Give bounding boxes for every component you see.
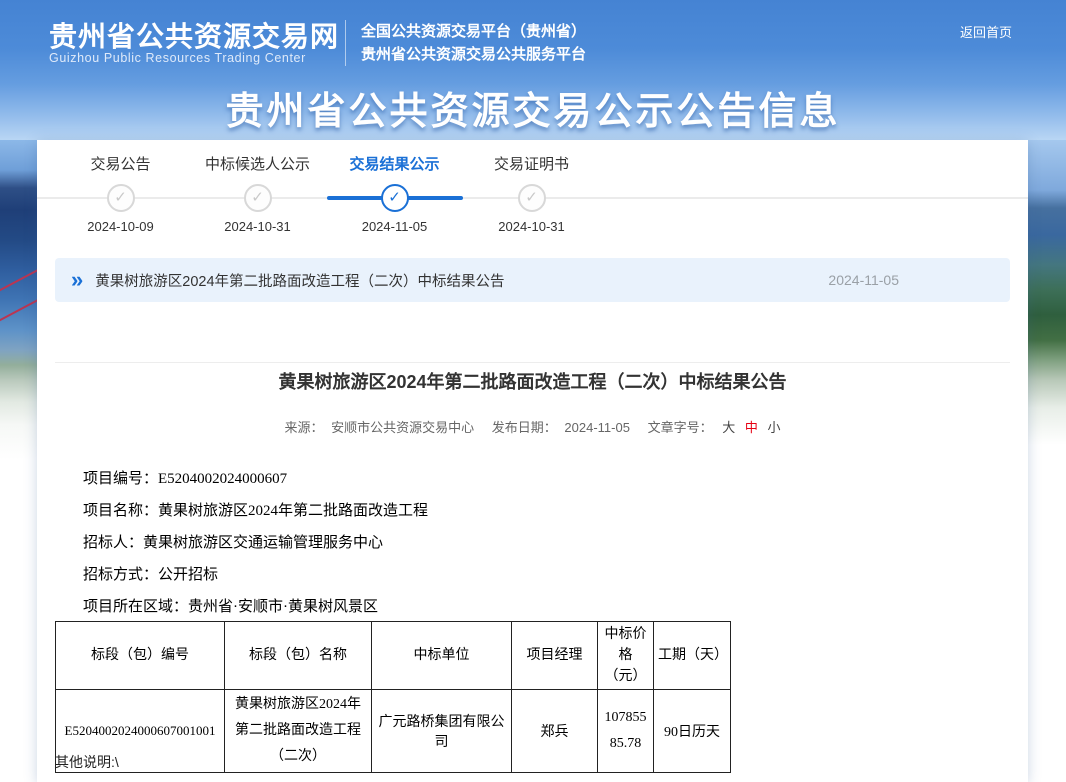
bid-result-table: 标段（包）编号 标段（包）名称 中标单位 项目经理 中标价格（元） 工期（天） … <box>55 621 731 773</box>
article-title: 黄果树旅游区2024年第二批路面改造工程（二次）中标结果公告 <box>37 368 1028 394</box>
check-icon: ✓ <box>107 184 135 212</box>
field-label: 招标方式： <box>83 567 158 583</box>
site-logo-title: 贵州省公共资源交易网 <box>49 15 339 55</box>
field-label: 项目名称： <box>83 503 158 519</box>
field-label: 招标人： <box>83 535 143 551</box>
page-title: 贵州省公共资源交易公示公告信息 <box>0 80 1066 135</box>
background-photo-left <box>0 140 37 782</box>
cell-winning-bidder: 广元路桥集团有限公司 <box>372 690 512 773</box>
cell-bid-price: 10785585.78 <box>598 690 654 773</box>
check-icon: ✓ <box>381 184 409 212</box>
check-icon: ✓ <box>244 184 272 212</box>
article-meta: 来源： 安顺市公共资源交易中心 发布日期： 2024-11-05 文章字号： 大… <box>37 417 1028 436</box>
font-size-label: 文章字号： <box>648 417 713 436</box>
back-home-link[interactable]: 返回首页 <box>960 22 1012 41</box>
field-value: E5204002024000607 <box>158 471 287 487</box>
field-project-number: 项目编号：E5204002024000607 <box>83 463 983 495</box>
platform-line2: 贵州省公共资源交易公共服务平台 <box>361 43 586 66</box>
step-date: 2024-10-31 <box>463 219 600 234</box>
field-project-region: 项目所在区域：贵州省·安顺市·黄果树风景区 <box>83 591 983 623</box>
field-label: 项目编号： <box>83 471 158 487</box>
field-tender-method: 招标方式：公开招标 <box>83 559 983 591</box>
step-label: 交易证明书 <box>463 155 600 175</box>
step-trade-result-publicity[interactable]: 交易结果公示 ✓ 2024-11-05 <box>326 155 463 247</box>
platform-names: 全国公共资源交易平台（贵州省） 贵州省公共资源交易公共服务平台 <box>361 20 586 66</box>
cell-duration: 90日历天 <box>654 690 731 773</box>
field-value: 公开招标 <box>158 567 218 583</box>
announcement-date: 2024-11-05 <box>828 272 899 288</box>
double-arrow-icon: » <box>71 269 83 291</box>
step-trade-announcement[interactable]: 交易公告 ✓ 2024-10-09 <box>52 155 189 247</box>
table-row: E5204002024000607001001 黄果树旅游区2024年第二批路面… <box>56 690 731 773</box>
step-date: 2024-11-05 <box>326 219 463 234</box>
field-value: 黄果树旅游区交通运输管理服务中心 <box>143 535 383 551</box>
check-icon: ✓ <box>518 184 546 212</box>
logo-divider <box>345 20 346 66</box>
announcement-bar[interactable]: » 黄果树旅游区2024年第二批路面改造工程（二次）中标结果公告 2024-11… <box>55 258 1010 302</box>
content-card: 交易公告 ✓ 2024-10-09 中标候选人公示 ✓ 2024-10-31 交… <box>37 140 1028 782</box>
publish-date-value: 2024-11-05 <box>564 420 630 435</box>
col-header-winning-bidder: 中标单位 <box>372 622 512 690</box>
platform-line1: 全国公共资源交易平台（贵州省） <box>361 20 586 43</box>
publish-date-label: 发布日期： <box>492 417 557 436</box>
field-value: 黄果树旅游区2024年第二批路面改造工程 <box>158 503 428 519</box>
step-date: 2024-10-31 <box>189 219 326 234</box>
field-project-name: 项目名称：黄果树旅游区2024年第二批路面改造工程 <box>83 495 983 527</box>
font-size-large-button[interactable]: 大 <box>722 417 735 436</box>
step-trade-certificate[interactable]: 交易证明书 ✓ 2024-10-31 <box>463 155 600 247</box>
col-header-section-name: 标段（包）名称 <box>225 622 372 690</box>
announcement-title[interactable]: 黄果树旅游区2024年第二批路面改造工程（二次）中标结果公告 <box>95 270 504 291</box>
field-value: 贵州省·安顺市·黄果树风景区 <box>188 599 378 615</box>
cell-project-manager: 郑兵 <box>512 690 598 773</box>
bridge-cable-decor <box>0 260 37 298</box>
col-header-project-manager: 项目经理 <box>512 622 598 690</box>
table-header-row: 标段（包）编号 标段（包）名称 中标单位 项目经理 中标价格（元） 工期（天） <box>56 622 731 690</box>
bridge-cable-decor <box>0 290 37 328</box>
project-fields: 项目编号：E5204002024000607 项目名称：黄果树旅游区2024年第… <box>83 463 983 623</box>
cell-section-name: 黄果树旅游区2024年第二批路面改造工程（二次） <box>225 690 372 773</box>
font-size-medium-button[interactable]: 中 <box>745 417 758 436</box>
step-label: 中标候选人公示 <box>189 155 326 175</box>
field-label: 项目所在区域： <box>83 599 188 615</box>
step-label: 交易结果公示 <box>326 155 463 175</box>
background-photo-right <box>1028 140 1066 782</box>
section-divider <box>55 362 1010 363</box>
step-date: 2024-10-09 <box>52 219 189 234</box>
field-tenderer: 招标人：黄果树旅游区交通运输管理服务中心 <box>83 527 983 559</box>
col-header-duration: 工期（天） <box>654 622 731 690</box>
step-winner-candidate-publicity[interactable]: 中标候选人公示 ✓ 2024-10-31 <box>189 155 326 247</box>
site-logo-subtitle: Guizhou Public Resources Trading Center <box>49 51 306 65</box>
other-notes: 其他说明:\ <box>55 752 119 772</box>
step-label: 交易公告 <box>52 155 189 175</box>
col-header-bid-price: 中标价格（元） <box>598 622 654 690</box>
font-size-small-button[interactable]: 小 <box>768 417 781 436</box>
source-label: 来源： <box>284 417 323 436</box>
source-value: 安顺市公共资源交易中心 <box>331 417 474 436</box>
col-header-section-number: 标段（包）编号 <box>56 622 225 690</box>
